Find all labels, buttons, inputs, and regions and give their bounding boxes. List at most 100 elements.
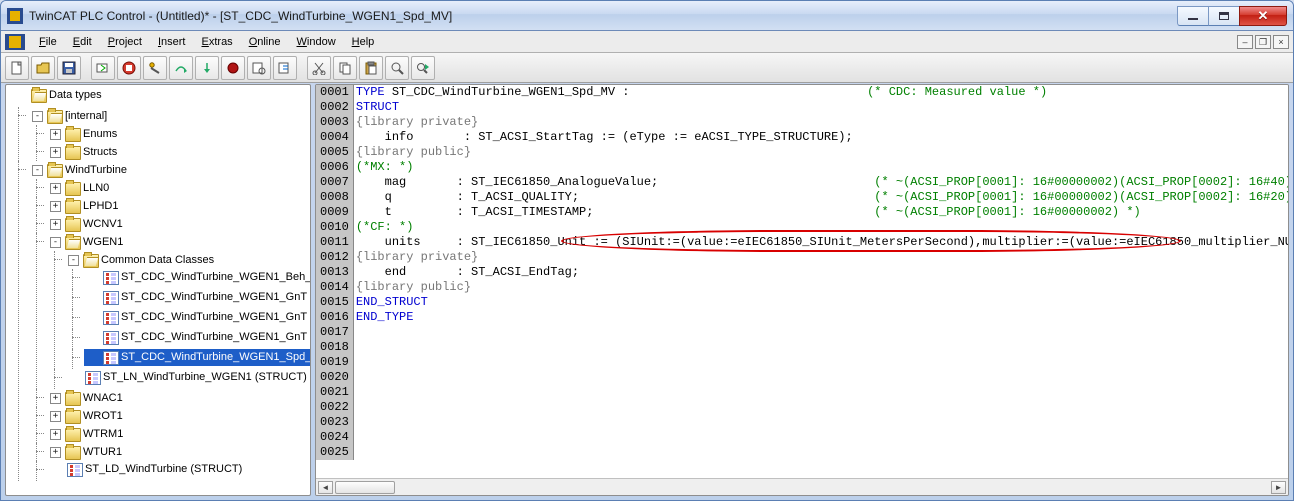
tree-common-data-classes[interactable]: -Common Data Classes xyxy=(66,252,216,269)
menu-file[interactable]: FFileile xyxy=(31,34,65,50)
tb-globalsearch-button[interactable] xyxy=(247,56,271,80)
tree-wtur1[interactable]: +WTUR1 xyxy=(48,444,124,461)
tree-ld-struct[interactable]: ST_LD_WindTurbine (STRUCT) xyxy=(48,461,244,478)
tree-cdc-item[interactable]: ST_CDC_WindTurbine_WGEN1_Beh_ xyxy=(84,269,311,286)
code-line[interactable] xyxy=(353,385,1288,400)
tree-wtrm1-label: WTRM1 xyxy=(83,426,123,443)
tree-cdc-label: Common Data Classes xyxy=(101,252,214,269)
tree-lphd1[interactable]: +LPHD1 xyxy=(48,198,120,215)
code-line[interactable]: {library public} xyxy=(353,145,1288,160)
tb-copy-button[interactable] xyxy=(333,56,357,80)
code-line[interactable] xyxy=(353,355,1288,370)
code-line[interactable]: END_TYPE xyxy=(353,310,1288,325)
tree-wcnv1[interactable]: +WCNV1 xyxy=(48,216,125,233)
tree-wnac1[interactable]: +WNAC1 xyxy=(48,390,125,407)
tree-windturbine[interactable]: - WindTurbine xyxy=(30,162,129,179)
folder-icon xyxy=(65,182,81,196)
tree-lln0[interactable]: +LLN0 xyxy=(48,180,111,197)
tree-root[interactable]: Data types xyxy=(12,87,104,104)
code-line[interactable]: TYPE ST_CDC_WindTurbine_WGEN1_Spd_MV : (… xyxy=(353,85,1288,100)
code-line[interactable]: mag : ST_IEC61850_AnalogueValue; (* ~(AC… xyxy=(353,175,1288,190)
tree-cdc-item[interactable]: ST_CDC_WindTurbine_WGEN1_GnT xyxy=(84,329,309,346)
menu-window[interactable]: WindowWindow xyxy=(289,34,344,50)
tb-breakpoint-button[interactable] xyxy=(221,56,245,80)
folder-icon xyxy=(65,410,81,424)
tb-stop-button[interactable] xyxy=(117,56,141,80)
code-line[interactable]: info : ST_ACSI_StartTag := (eType := eAC… xyxy=(353,130,1288,145)
tree-internal-enums[interactable]: + Enums xyxy=(48,126,119,143)
code-line[interactable]: units : ST_IEC61850_Unit := (SIUnit:=(va… xyxy=(353,235,1288,250)
menu-insert[interactable]: InsertInsert xyxy=(150,34,194,50)
tb-save-button[interactable] xyxy=(57,56,81,80)
menu-edit[interactable]: EditEdit xyxy=(65,34,100,50)
tb-cut-button[interactable] xyxy=(307,56,331,80)
code-line[interactable] xyxy=(353,400,1288,415)
mdi-close-button[interactable]: × xyxy=(1273,35,1289,49)
menu-extras[interactable]: ExtrasExtras xyxy=(194,34,241,50)
code-line[interactable]: {library private} xyxy=(353,250,1288,265)
maximize-button[interactable] xyxy=(1208,6,1240,26)
tree-cdc-item[interactable]: ST_CDC_WindTurbine_WGEN1_GnT xyxy=(84,309,309,326)
folder-icon xyxy=(83,254,99,268)
code-line[interactable]: END_STRUCT xyxy=(353,295,1288,310)
tb-new-button[interactable] xyxy=(5,56,29,80)
code-line[interactable]: q : T_ACSI_QUALITY; (* ~(ACSI_PROP[0001]… xyxy=(353,190,1288,205)
menu-online[interactable]: OnlineOnline xyxy=(241,34,289,50)
tb-findnext-button[interactable] xyxy=(411,56,435,80)
code-line[interactable] xyxy=(353,445,1288,460)
code-line[interactable] xyxy=(353,430,1288,445)
code-line[interactable]: (*CF: *) xyxy=(353,220,1288,235)
line-number: 0018 xyxy=(316,340,353,355)
tree-cdc-item-label: ST_CDC_WindTurbine_WGEN1_GnT xyxy=(121,329,307,346)
tree-wgen1-struct[interactable]: ST_LN_WindTurbine_WGEN1 (STRUCT) xyxy=(66,369,309,386)
code-line[interactable] xyxy=(353,415,1288,430)
tb-run-button[interactable] xyxy=(143,56,167,80)
code-line[interactable]: t : T_ACSI_TIMESTAMP; (* ~(ACSI_PROP[000… xyxy=(353,205,1288,220)
tree-panel[interactable]: Data types - [internal] + xyxy=(5,84,311,496)
tb-open-button[interactable] xyxy=(31,56,55,80)
code-line[interactable] xyxy=(353,325,1288,340)
code-line[interactable]: {library private} xyxy=(353,115,1288,130)
code-line[interactable]: {library public} xyxy=(353,280,1288,295)
minimize-button[interactable] xyxy=(1177,6,1209,26)
tree-wgen1[interactable]: -WGEN1 xyxy=(48,234,125,251)
scroll-left-button[interactable]: ◄ xyxy=(318,481,333,494)
code-horizontal-scrollbar[interactable]: ◄ ► xyxy=(316,478,1288,495)
code-line[interactable]: (*MX: *) xyxy=(353,160,1288,175)
tb-find-button[interactable] xyxy=(385,56,409,80)
line-number: 0007 xyxy=(316,175,353,190)
menu-help[interactable]: HelpHelp xyxy=(344,34,383,50)
folder-icon xyxy=(65,392,81,406)
line-number: 0008 xyxy=(316,190,353,205)
mdi-minimize-button[interactable]: – xyxy=(1237,35,1253,49)
scroll-thumb[interactable] xyxy=(335,481,395,494)
mdi-restore-button[interactable]: ❐ xyxy=(1255,35,1271,49)
tree-cdc-item[interactable]: ST_CDC_WindTurbine_WGEN1_Spd_ xyxy=(84,349,311,366)
tree-internal-enums-label: Enums xyxy=(83,126,117,143)
tree-internal-structs[interactable]: + Structs xyxy=(48,144,119,161)
tree-cdc-item[interactable]: ST_CDC_WindTurbine_WGEN1_GnT xyxy=(84,289,309,306)
line-number: 0013 xyxy=(316,265,353,280)
tb-paste-button[interactable] xyxy=(359,56,383,80)
tb-globalreplace-button[interactable] xyxy=(273,56,297,80)
tree-internal[interactable]: - [internal] xyxy=(30,108,109,125)
menu-project[interactable]: ProjectProject xyxy=(100,34,150,50)
code-line[interactable]: STRUCT xyxy=(353,100,1288,115)
code-line[interactable]: end : ST_ACSI_EndTag; xyxy=(353,265,1288,280)
close-button[interactable]: ✕ xyxy=(1239,6,1287,26)
tree-wtrm1[interactable]: +WTRM1 xyxy=(48,426,125,443)
code-line[interactable] xyxy=(353,370,1288,385)
tb-login-button[interactable] xyxy=(91,56,115,80)
line-number: 0005 xyxy=(316,145,353,160)
tb-stepin-button[interactable] xyxy=(195,56,219,80)
line-number: 0012 xyxy=(316,250,353,265)
struct-icon xyxy=(103,311,119,325)
titlebar[interactable]: TwinCAT PLC Control - (Untitled)* - [ST_… xyxy=(1,1,1293,31)
tree-wrot1[interactable]: +WROT1 xyxy=(48,408,125,425)
code-editor[interactable]: 0001TYPE ST_CDC_WindTurbine_WGEN1_Spd_MV… xyxy=(316,85,1288,478)
scroll-right-button[interactable]: ► xyxy=(1271,481,1286,494)
code-line[interactable] xyxy=(353,340,1288,355)
tree-wrot1-label: WROT1 xyxy=(83,408,123,425)
line-number: 0015 xyxy=(316,295,353,310)
tb-stepover-button[interactable] xyxy=(169,56,193,80)
